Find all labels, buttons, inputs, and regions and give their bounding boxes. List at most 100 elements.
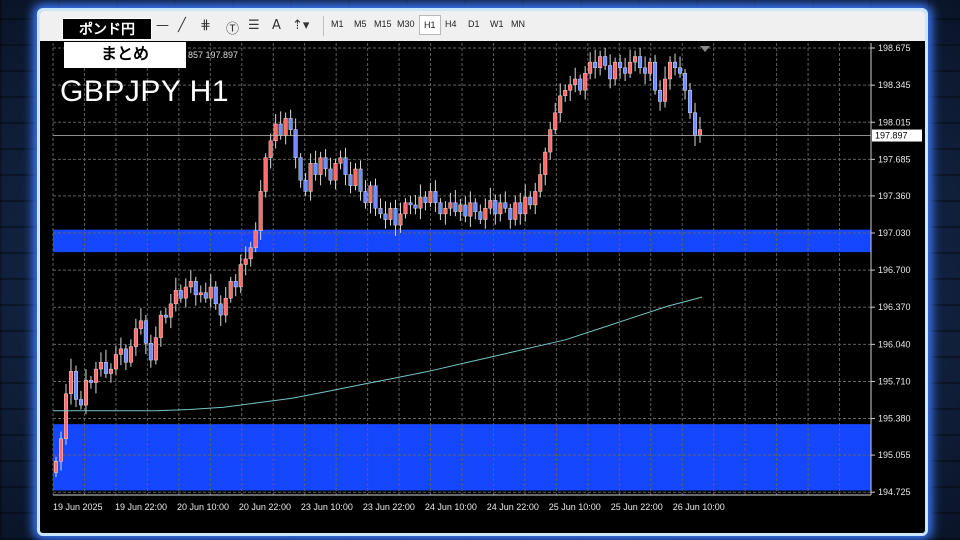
candle-body bbox=[513, 202, 518, 220]
candle-body bbox=[658, 90, 663, 102]
candle-body bbox=[303, 179, 308, 192]
candle-body bbox=[673, 61, 678, 68]
candle-body bbox=[213, 286, 218, 305]
candle-body bbox=[118, 348, 123, 355]
y-tick-label: 196.700 bbox=[878, 265, 911, 275]
candle-body bbox=[248, 247, 253, 260]
candle-body bbox=[463, 204, 468, 217]
candle-body bbox=[523, 196, 528, 215]
y-tick-label: 198.015 bbox=[878, 117, 911, 127]
candle-body bbox=[193, 281, 198, 296]
candle-body bbox=[688, 90, 693, 113]
candle-body bbox=[163, 314, 168, 318]
candle-body bbox=[388, 208, 393, 220]
candle-body bbox=[293, 129, 298, 158]
candle-body bbox=[628, 61, 633, 74]
candle-body bbox=[268, 140, 273, 158]
candle-body bbox=[158, 314, 163, 338]
candle-body bbox=[393, 208, 398, 226]
candle-body bbox=[338, 157, 343, 164]
candle-body bbox=[683, 73, 688, 91]
price-info-line: 857 197.897 bbox=[188, 50, 239, 60]
y-tick-label: 195.380 bbox=[878, 414, 911, 424]
candle-body bbox=[608, 65, 613, 80]
candle-body bbox=[253, 230, 258, 248]
candle-body bbox=[208, 286, 213, 299]
candle-body bbox=[358, 168, 363, 192]
candle-body bbox=[93, 368, 98, 383]
y-tick-label: 196.370 bbox=[878, 302, 911, 312]
candle-body bbox=[63, 393, 68, 439]
x-tick-label: 19 Jun 2025 bbox=[53, 502, 103, 512]
candle-body bbox=[68, 371, 73, 395]
candle-body bbox=[698, 129, 703, 136]
candle-body bbox=[588, 61, 593, 74]
candle-body bbox=[618, 61, 623, 68]
chart-title: GBPJPY H1 bbox=[60, 75, 230, 108]
candle-body bbox=[398, 213, 403, 226]
candle-body bbox=[408, 202, 413, 206]
candle-body bbox=[428, 191, 433, 203]
summary-badge: まとめ bbox=[64, 42, 186, 68]
candle-body bbox=[203, 292, 208, 299]
candle-body bbox=[508, 208, 513, 220]
candle-body bbox=[613, 61, 618, 80]
y-tick-label: 197.685 bbox=[878, 154, 911, 164]
candle-body bbox=[423, 196, 428, 203]
candle-body bbox=[173, 290, 178, 305]
candle-body bbox=[483, 208, 488, 220]
candle-body bbox=[533, 191, 538, 206]
candle-body bbox=[488, 200, 493, 209]
candle-body bbox=[328, 168, 333, 181]
candle-body bbox=[143, 320, 148, 344]
candle-body bbox=[318, 157, 323, 175]
candle-body bbox=[353, 168, 358, 186]
candle-body bbox=[98, 362, 103, 370]
candle-body bbox=[583, 73, 588, 91]
x-tick-label: 25 Jun 22:00 bbox=[611, 502, 663, 512]
candle-body bbox=[503, 202, 508, 209]
candle-body bbox=[438, 202, 443, 215]
candle-body bbox=[73, 371, 78, 400]
candle-body bbox=[218, 303, 223, 316]
candle-body bbox=[563, 90, 568, 97]
candle-body bbox=[458, 204, 463, 212]
candle-body bbox=[668, 61, 673, 80]
candle-body bbox=[298, 157, 303, 181]
candle-body bbox=[413, 204, 418, 209]
candle-body bbox=[58, 438, 63, 462]
chart-window: — ╱ ⋕ Ⓣ ☰ A ⇡▾ M1 M5 M15 M30 H1 H4 D1 W1… bbox=[37, 8, 928, 536]
candle-body bbox=[313, 163, 318, 175]
candle-body bbox=[623, 67, 628, 74]
candle-body bbox=[128, 346, 133, 363]
candle-body bbox=[638, 56, 643, 68]
x-tick-label: 19 Jun 22:00 bbox=[115, 502, 167, 512]
candle-body bbox=[283, 118, 288, 136]
candle-body bbox=[348, 174, 353, 186]
candle-body bbox=[168, 303, 173, 318]
candle-body bbox=[558, 95, 563, 113]
candle-body bbox=[653, 61, 658, 91]
x-tick-label: 20 Jun 10:00 bbox=[177, 502, 229, 512]
y-tick-label: 194.725 bbox=[878, 487, 911, 497]
candle-body bbox=[188, 281, 193, 288]
candle-body bbox=[363, 191, 368, 203]
candle-body bbox=[553, 112, 558, 130]
candle-body bbox=[243, 258, 248, 265]
candle-body bbox=[368, 185, 373, 203]
candle-body bbox=[528, 196, 533, 206]
candle-body bbox=[593, 61, 598, 68]
candle-body bbox=[573, 78, 578, 85]
candle-body bbox=[108, 368, 113, 374]
candle-body bbox=[433, 191, 438, 203]
candle-body bbox=[568, 84, 573, 91]
candle-body bbox=[278, 123, 283, 136]
candle-body bbox=[548, 129, 553, 153]
x-tick-label: 23 Jun 22:00 bbox=[363, 502, 415, 512]
candle-body bbox=[663, 78, 668, 102]
candle-body bbox=[308, 163, 313, 192]
candle-body bbox=[468, 202, 473, 217]
candle-body bbox=[378, 208, 383, 215]
candle-body bbox=[53, 461, 58, 473]
candle-body bbox=[103, 362, 108, 374]
